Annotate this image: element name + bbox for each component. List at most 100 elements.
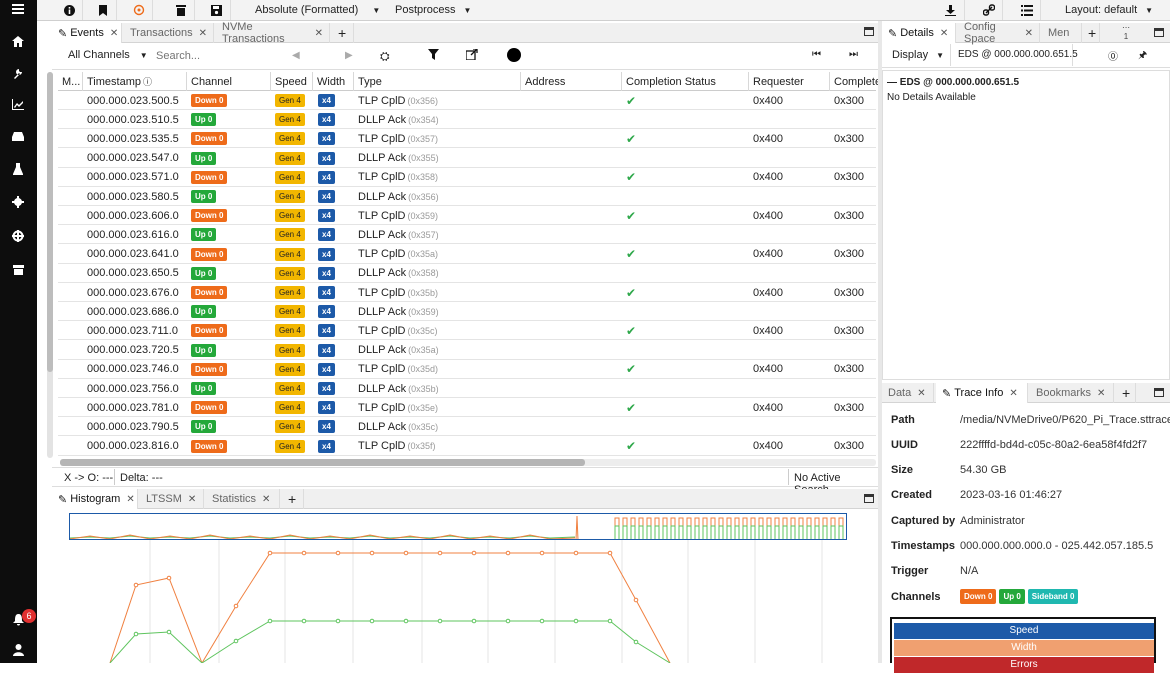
menu-icon[interactable] <box>9 0 27 18</box>
next-match-icon[interactable]: ▶ <box>345 50 353 61</box>
target-icon[interactable] <box>125 0 153 20</box>
table-row[interactable]: 000.000.023.676.0 Down 0 Gen 4 x4 TLP CplD (0… <box>58 283 876 302</box>
tab-pager[interactable]: ⋯ 1 <box>1122 23 1130 41</box>
tab-nvme-transactions[interactable]: NVMe Transactions ✕ <box>216 21 330 45</box>
close-icon[interactable]: ✕ <box>188 494 196 505</box>
channel-badge-down[interactable]: Down 0 <box>960 589 997 604</box>
table-row[interactable]: 000.000.023.686.0 Up 0 Gen 4 x4 DLLP Ack (0x3… <box>58 302 876 322</box>
scrollbar-thumb[interactable] <box>60 459 585 466</box>
table-row[interactable]: 000.000.023.547.0 Up 0 Gen 4 x4 DLLP Ack (0x3… <box>58 149 876 168</box>
col-completion-status[interactable]: Completion Status <box>622 72 749 91</box>
histogram-chart[interactable] <box>52 540 878 663</box>
table-row[interactable]: 000.000.023.580.5 Up 0 Gen 4 x4 DLLP Ack (0x3… <box>58 187 876 206</box>
pin-icon[interactable]: 🖈 <box>1138 48 1147 65</box>
maximize-icon[interactable] <box>1154 28 1164 37</box>
binoculars-icon[interactable]: ⛭ <box>380 49 390 64</box>
maximize-icon[interactable] <box>1154 388 1164 397</box>
trash-icon[interactable] <box>167 0 195 20</box>
filter-icon[interactable] <box>428 49 439 60</box>
tab-memory[interactable]: Men <box>1042 23 1082 43</box>
tab-data[interactable]: Data ✕ <box>882 383 934 403</box>
layout-select[interactable]: Layout: default ▼ <box>1065 0 1153 20</box>
close-icon[interactable]: ✕ <box>199 28 207 39</box>
tab-trace-info[interactable]: ✎ Trace Info ✕ <box>936 383 1028 403</box>
maximize-icon[interactable] <box>864 494 874 503</box>
col-completer[interactable]: Complete <box>830 72 881 91</box>
channel-badge-sideband[interactable]: Sideband 0 <box>1027 589 1079 604</box>
list-icon[interactable] <box>1013 0 1041 20</box>
close-icon[interactable]: ✕ <box>110 28 118 39</box>
table-row[interactable]: 000.000.023.571.0 Down 0 Gen 4 x4 TLP CplD (0… <box>58 168 876 187</box>
close-icon[interactable]: ✕ <box>1009 388 1017 399</box>
table-row[interactable]: 000.000.023.650.5 Up 0 Gen 4 x4 DLLP Ack (0x3… <box>58 264 876 283</box>
table-row[interactable]: 000.000.023.790.5 Up 0 Gen 4 x4 DLLP Ack (0x3… <box>58 417 876 437</box>
tab-transactions[interactable]: Transactions ✕ <box>124 23 214 43</box>
time-format-select[interactable]: Absolute (Formatted) ▼ <box>255 0 380 20</box>
search-input[interactable] <box>156 47 276 65</box>
tab-bookmarks[interactable]: Bookmarks ✕ <box>1030 383 1114 403</box>
tab-details[interactable]: ✎ Details ✕ <box>882 23 956 43</box>
home-icon[interactable] <box>9 32 27 50</box>
drive-icon[interactable] <box>9 127 27 145</box>
close-icon[interactable]: ✕ <box>940 28 948 39</box>
bookmark-icon[interactable] <box>89 0 117 20</box>
close-icon[interactable]: ✕ <box>1097 388 1105 399</box>
tab-ltssm[interactable]: LTSSM ✕ <box>140 489 204 509</box>
table-row[interactable]: 000.000.023.756.0 Up 0 Gen 4 x4 DLLP Ack (0x3… <box>58 379 876 398</box>
gear-icon[interactable] <box>9 193 27 211</box>
record-icon[interactable] <box>507 48 521 62</box>
col-width[interactable]: Width <box>313 72 354 91</box>
save-icon[interactable] <box>203 0 231 20</box>
histogram-overview[interactable] <box>69 513 847 540</box>
close-icon[interactable]: ✕ <box>917 388 925 399</box>
table-row[interactable]: 000.000.023.606.0 Down 0 Gen 4 x4 TLP CplD (0… <box>58 206 876 226</box>
table-row[interactable]: 000.000.023.641.0 Down 0 Gen 4 x4 TLP CplD (0… <box>58 245 876 264</box>
display-select[interactable]: Display ▼ <box>892 49 944 61</box>
table-row[interactable]: 000.000.023.535.5 Down 0 Gen 4 x4 TLP CplD (0… <box>58 129 876 149</box>
vertical-scrollbar[interactable] <box>47 72 53 458</box>
close-icon[interactable]: ✕ <box>315 28 323 39</box>
last-page-icon[interactable]: ⏭ <box>849 49 858 60</box>
postprocess-select[interactable]: Postprocess ▼ <box>395 0 471 20</box>
add-tab-button[interactable]: + <box>1116 383 1136 403</box>
col-type[interactable]: Type <box>354 72 521 91</box>
tab-histogram[interactable]: ✎ Histogram ✕ <box>52 489 138 509</box>
col-address[interactable]: Address <box>521 72 622 91</box>
help-icon[interactable]: ⓪ <box>1108 48 1118 63</box>
add-tab-button[interactable]: + <box>1082 23 1100 43</box>
tab-config-space[interactable]: Config Space ✕ <box>958 21 1040 45</box>
close-icon[interactable]: ✕ <box>1025 28 1033 39</box>
tab-statistics[interactable]: Statistics ✕ <box>206 489 280 509</box>
scrollbar-thumb[interactable] <box>47 72 53 372</box>
prev-match-icon[interactable]: ◀ <box>292 50 300 61</box>
details-title[interactable]: — EDS @ 000.000.000.651.5 <box>887 77 1019 88</box>
first-page-icon[interactable]: ⏮ <box>812 49 821 60</box>
table-row[interactable]: 000.000.023.781.0 Down 0 Gen 4 x4 TLP CplD (0… <box>58 398 876 418</box>
chart-icon[interactable] <box>9 95 27 113</box>
table-row[interactable]: 000.000.023.816.0 Down 0 Gen 4 x4 TLP CplD (0… <box>58 437 876 456</box>
export-icon[interactable] <box>466 49 478 60</box>
table-row[interactable]: 000.000.023.720.5 Up 0 Gen 4 x4 DLLP Ack (0x3… <box>58 341 876 360</box>
tab-events[interactable]: ✎ Events ✕ <box>52 23 122 43</box>
table-row[interactable]: 000.000.023.510.5 Up 0 Gen 4 x4 DLLP Ack (0x3… <box>58 110 876 130</box>
close-icon[interactable]: ✕ <box>126 494 134 505</box>
col-speed[interactable]: Speed <box>271 72 313 91</box>
col-marker[interactable]: M... <box>58 72 83 91</box>
add-tab-button[interactable]: + <box>282 489 304 509</box>
channel-badge-up[interactable]: Up 0 <box>999 589 1025 604</box>
flask-icon[interactable] <box>9 160 27 178</box>
col-channel[interactable]: Channel <box>187 72 271 91</box>
col-timestamp[interactable]: Timestamp ⓘ <box>83 72 187 91</box>
wrench-icon[interactable] <box>9 64 27 82</box>
download-icon[interactable] <box>937 0 965 20</box>
archive-icon[interactable] <box>9 261 27 279</box>
close-icon[interactable]: ✕ <box>262 494 270 505</box>
table-row[interactable]: 000.000.023.746.0 Down 0 Gen 4 x4 TLP CplD (0… <box>58 360 876 379</box>
add-tab-button[interactable]: + <box>332 23 354 43</box>
maximize-icon[interactable] <box>864 27 874 36</box>
link-icon[interactable] <box>975 0 1003 20</box>
col-requester[interactable]: Requester <box>749 72 830 91</box>
channel-select[interactable]: All Channels ▼ <box>68 49 148 61</box>
crosshair-icon[interactable] <box>9 227 27 245</box>
table-row[interactable]: 000.000.023.616.0 Up 0 Gen 4 x4 DLLP Ack (0x3… <box>58 225 876 245</box>
